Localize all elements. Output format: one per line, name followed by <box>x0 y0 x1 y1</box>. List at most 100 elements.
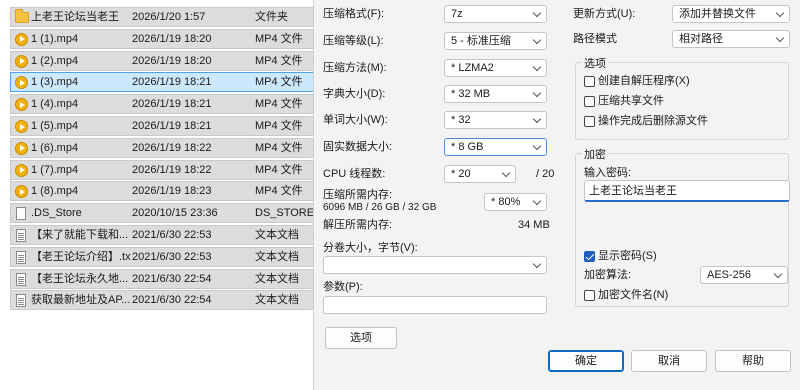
video-file-icon <box>15 120 28 133</box>
file-date: 2026/1/19 18:23 <box>132 185 212 198</box>
file-list: 上老王论坛当老王 2026/1/20 1:57 文件夹 1 (1).mp4 2026/1… <box>0 0 330 390</box>
file-row[interactable]: .DS_Store 2020/10/15 23:36 DS_STORE 文 <box>10 203 330 224</box>
file-row[interactable]: 【老王论坛介绍】.txt 2021/6/30 22:53 文本文档 <box>10 246 330 267</box>
solid-select[interactable]: * 8 GB <box>444 138 547 156</box>
password-label: 输入密码: <box>584 167 632 179</box>
text-file-icon <box>16 294 26 308</box>
file-date: 2026/1/19 18:20 <box>132 54 212 67</box>
path-value: 相对路径 <box>679 33 723 45</box>
file-row[interactable]: 获取最新地址及AP... 2021/6/30 22:54 文本文档 <box>10 290 330 311</box>
cpu-select[interactable]: * 20 <box>444 165 516 183</box>
dict-select[interactable]: * 32 MB <box>444 85 547 103</box>
solid-label: 固实数据大小: <box>323 141 393 153</box>
sfx-checkbox[interactable] <box>584 76 595 87</box>
file-name: 1 (2).mp4 <box>31 54 79 67</box>
mem-percent-select[interactable]: * 80% <box>484 193 547 211</box>
file-row[interactable]: 1 (7).mp4 2026/1/19 18:22 MP4 文件 <box>10 159 330 180</box>
mem-comp-value: 6096 MB / 26 GB / 32 GB <box>323 202 437 213</box>
split-select[interactable] <box>323 256 547 274</box>
file-date: 2026/1/19 18:21 <box>132 98 212 111</box>
shared-label: 压缩共享文件 <box>598 95 664 107</box>
sfx-label: 创建自解压程序(X) <box>598 75 690 87</box>
screen: 上老王论坛当老王 2026/1/20 1:57 文件夹 1 (1).mp4 2026/1… <box>0 0 800 390</box>
file-row[interactable]: 【来了就能下载和... 2021/6/30 22:53 文本文档 <box>10 225 330 245</box>
file-name: 1 (6).mp4 <box>31 141 79 154</box>
path-select[interactable]: 相对路径 <box>672 30 790 48</box>
word-select[interactable]: * 32 <box>444 111 547 129</box>
mem-percent-value: * 80% <box>491 196 521 208</box>
video-file-icon <box>15 98 28 112</box>
level-label: 压缩等级(L): <box>323 35 384 47</box>
mem-decomp-label: 解压所需内存: <box>323 219 393 231</box>
delete-checkbox[interactable] <box>584 116 595 127</box>
chevron-down-icon <box>777 35 784 42</box>
update-label: 更新方式(U): <box>573 8 636 20</box>
show-password-checkbox[interactable] <box>584 251 595 262</box>
file-name: 1 (5).mp4 <box>31 120 79 132</box>
file-row[interactable]: 1 (4).mp4 2026/1/19 18:21 MP4 文件 <box>10 94 330 115</box>
cancel-button[interactable]: 取消 <box>631 350 707 372</box>
delete-label: 操作完成后删除源文件 <box>598 115 708 127</box>
file-date: 2021/6/30 22:53 <box>132 250 212 263</box>
chevron-down-icon <box>534 64 541 71</box>
video-file-icon <box>15 163 28 177</box>
chevron-down-icon <box>534 116 541 123</box>
file-name: .DS_Store <box>31 207 82 220</box>
method-value: * LZMA2 <box>451 62 494 74</box>
file-name: 【来了就能下载和... <box>31 229 129 241</box>
file-row[interactable]: 【老王论坛永久地... 2021/6/30 22:54 文本文档 <box>10 268 330 289</box>
encrypt-method-label: 加密算法: <box>584 269 632 281</box>
file-row[interactable]: 1 (3).mp4 2026/1/19 18:21 MP4 文件 <box>10 72 330 93</box>
file-date: 2020/10/15 23:36 <box>132 207 218 220</box>
ok-button[interactable]: 确定 <box>548 350 624 372</box>
path-label: 路径模式 <box>573 33 617 45</box>
file-name: 【老王论坛介绍】.txt <box>31 250 131 263</box>
file-date: 2026/1/19 18:22 <box>132 141 212 154</box>
text-file-icon <box>16 272 26 286</box>
method-select[interactable]: * LZMA2 <box>444 59 547 77</box>
file-name: 1 (1).mp4 <box>31 32 79 45</box>
level-select[interactable]: 5 - 标准压缩 <box>444 32 547 50</box>
cpu-max: / 20 <box>536 168 555 180</box>
chevron-down-icon <box>534 10 541 17</box>
file-icon <box>16 207 26 221</box>
format-label: 压缩格式(F): <box>323 8 385 20</box>
file-date: 2026/1/19 18:21 <box>132 76 212 89</box>
show-password-label: 显示密码(S) <box>598 250 657 262</box>
file-row[interactable]: 1 (1).mp4 2026/1/19 18:20 MP4 文件 <box>10 28 330 49</box>
file-date: 2021/6/30 22:54 <box>132 272 212 285</box>
params-label: 参数(P): <box>323 281 363 293</box>
add-to-archive-dialog: 压缩格式(F): 7z 压缩等级(L): 5 - 标准压缩 压缩方法(M): *… <box>313 0 800 390</box>
chevron-down-icon <box>534 261 541 268</box>
video-file-icon <box>15 76 28 90</box>
file-name: 获取最新地址及AP... <box>31 294 131 307</box>
format-select[interactable]: 7z <box>444 5 547 23</box>
shared-checkbox[interactable] <box>584 96 595 107</box>
file-date: 2026/1/20 1:57 <box>132 11 206 23</box>
password-input[interactable]: 上老王论坛当老王 <box>584 180 790 202</box>
password-value: 上老王论坛当老王 <box>589 185 677 197</box>
cpu-label: CPU 线程数: <box>323 168 386 180</box>
file-row[interactable]: 1 (6).mp4 2026/1/19 18:22 MP4 文件 <box>10 137 330 158</box>
file-row[interactable]: 1 (5).mp4 2026/1/19 18:21 MP4 文件 <box>10 116 330 136</box>
file-row[interactable]: 上老王论坛当老王 2026/1/20 1:57 文件夹 <box>10 7 330 27</box>
video-file-icon <box>15 32 28 46</box>
params-input[interactable] <box>323 296 547 314</box>
chevron-down-icon <box>777 10 784 17</box>
file-name: 上老王论坛当老王 <box>31 11 119 23</box>
dict-value: * 32 MB <box>451 88 491 100</box>
split-label: 分卷大小，字节(V): <box>323 242 418 254</box>
help-button[interactable]: 帮助 <box>715 350 791 372</box>
encrypt-method-select[interactable]: AES-256 <box>700 266 788 284</box>
encrypt-method-value: AES-256 <box>707 269 752 281</box>
encrypt-names-checkbox[interactable] <box>584 290 595 301</box>
file-name: 1 (3).mp4 <box>31 76 79 89</box>
update-select[interactable]: 添加并替换文件 <box>672 5 790 23</box>
options-button[interactable]: 选项 <box>325 327 397 349</box>
file-date: 2021/6/30 22:54 <box>132 294 212 307</box>
file-row[interactable]: 1 (2).mp4 2026/1/19 18:20 MP4 文件 <box>10 50 330 71</box>
method-label: 压缩方法(M): <box>323 62 387 74</box>
chevron-down-icon <box>534 90 541 97</box>
file-name: 1 (4).mp4 <box>31 98 79 111</box>
file-row[interactable]: 1 (8).mp4 2026/1/19 18:23 MP4 文件 <box>10 181 330 202</box>
